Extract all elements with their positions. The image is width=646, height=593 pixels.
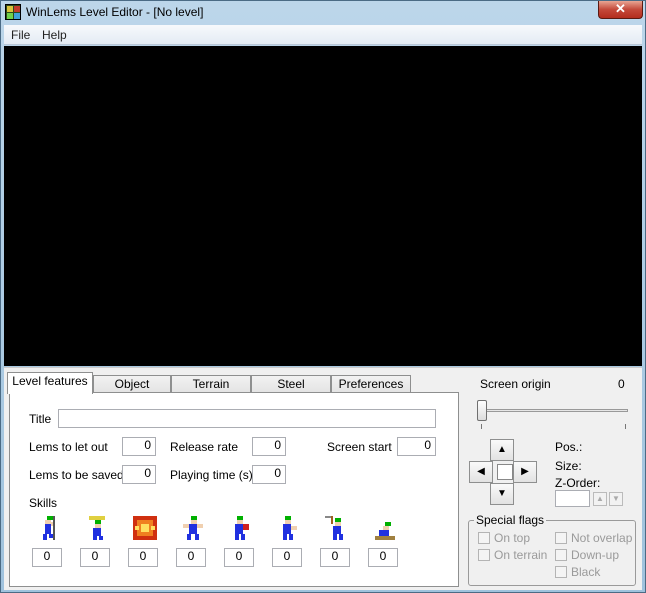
miner-count-input[interactable]: 0 <box>320 548 350 567</box>
on-terrain-label: On terrain <box>494 548 548 562</box>
title-label: Title <box>29 412 52 426</box>
basher-count-input[interactable]: 0 <box>272 548 302 567</box>
level-canvas[interactable] <box>4 46 642 366</box>
zorder-down-button[interactable]: ▼ <box>609 492 623 506</box>
menu-help[interactable]: Help <box>42 28 67 42</box>
tab-level-features[interactable]: Level features <box>7 372 93 394</box>
level-features-page: Title Lems to let out 0 Release rate 0 S… <box>9 392 459 587</box>
lems-to-be-saved-input[interactable]: 0 <box>122 465 156 484</box>
digger-icon <box>373 520 397 544</box>
scroll-left-button[interactable]: ◀ <box>469 461 493 483</box>
scroll-down-button[interactable]: ▼ <box>490 483 514 505</box>
blocker-icon <box>181 516 205 540</box>
zorder-label: Z-Order: <box>555 476 601 490</box>
black-label: Black <box>571 565 601 579</box>
special-flags-title: Special flags <box>474 513 547 527</box>
digger-count-input[interactable]: 0 <box>368 548 398 567</box>
release-rate-label: Release rate <box>170 440 239 454</box>
down-up-label: Down-up <box>571 548 620 562</box>
app-icon <box>5 4 21 20</box>
lems-to-let-out-label: Lems to let out <box>29 440 108 454</box>
playing-time-label: Playing time (s) <box>170 468 253 482</box>
menu-bar: File Help <box>4 25 642 45</box>
miner-icon <box>325 516 349 540</box>
not-overlap-checkbox[interactable] <box>555 532 567 544</box>
scroll-up-button[interactable]: ▲ <box>490 439 514 461</box>
lems-to-let-out-input[interactable]: 0 <box>122 437 156 456</box>
blocker-count-input[interactable]: 0 <box>176 548 206 567</box>
pos-label: Pos.: <box>555 440 583 454</box>
climber-icon <box>37 516 61 540</box>
release-rate-input[interactable]: 0 <box>252 437 286 456</box>
on-terrain-checkbox[interactable] <box>478 549 490 561</box>
zorder-up-button[interactable]: ▲ <box>593 492 607 506</box>
app-window: WinLems Level Editor - [No level] ✕ File… <box>0 0 646 593</box>
on-top-label: On top <box>494 531 531 545</box>
bomber-icon <box>133 516 157 540</box>
skills-label: Skills <box>29 496 58 510</box>
playing-time-input[interactable]: 0 <box>252 465 286 484</box>
menu-file[interactable]: File <box>11 28 30 42</box>
properties-panel: Level features Object Terrain Steel Pref… <box>4 367 642 590</box>
tab-terrain[interactable]: Terrain <box>171 375 251 393</box>
dpad-center-checkbox[interactable] <box>497 464 513 480</box>
builder-count-input[interactable]: 0 <box>224 548 254 567</box>
tab-preferences[interactable]: Preferences <box>331 375 411 393</box>
screen-origin-value: 0 <box>618 377 625 391</box>
title-bar[interactable]: WinLems Level Editor - [No level] ✕ <box>1 1 645 25</box>
climber-count-input[interactable]: 0 <box>32 548 62 567</box>
down-up-checkbox[interactable] <box>555 549 567 561</box>
screen-start-input[interactable]: 0 <box>397 437 436 456</box>
tab-object[interactable]: Object <box>93 375 171 393</box>
screen-start-label: Screen start <box>327 440 392 454</box>
title-input[interactable] <box>58 409 436 428</box>
size-label: Size: <box>555 459 582 473</box>
on-top-checkbox[interactable] <box>478 532 490 544</box>
close-button[interactable]: ✕ <box>598 1 643 19</box>
basher-icon <box>277 516 301 540</box>
window-title: WinLems Level Editor - [No level] <box>26 5 204 19</box>
slider-tick <box>625 424 626 429</box>
tab-steel[interactable]: Steel <box>251 375 331 393</box>
floater-icon <box>85 516 109 540</box>
screen-origin-slider[interactable] <box>477 400 487 421</box>
lems-to-be-saved-label: Lems to be saved <box>29 468 124 482</box>
not-overlap-label: Not overlap <box>571 531 633 545</box>
screen-origin-label: Screen origin <box>480 377 551 391</box>
floater-count-input[interactable]: 0 <box>80 548 110 567</box>
zorder-input[interactable] <box>555 490 590 507</box>
screen-origin-track[interactable] <box>482 409 628 412</box>
black-checkbox[interactable] <box>555 566 567 578</box>
bomber-count-input[interactable]: 0 <box>128 548 158 567</box>
builder-icon <box>229 516 253 540</box>
slider-tick <box>481 424 482 429</box>
scroll-right-button[interactable]: ▶ <box>513 461 537 483</box>
